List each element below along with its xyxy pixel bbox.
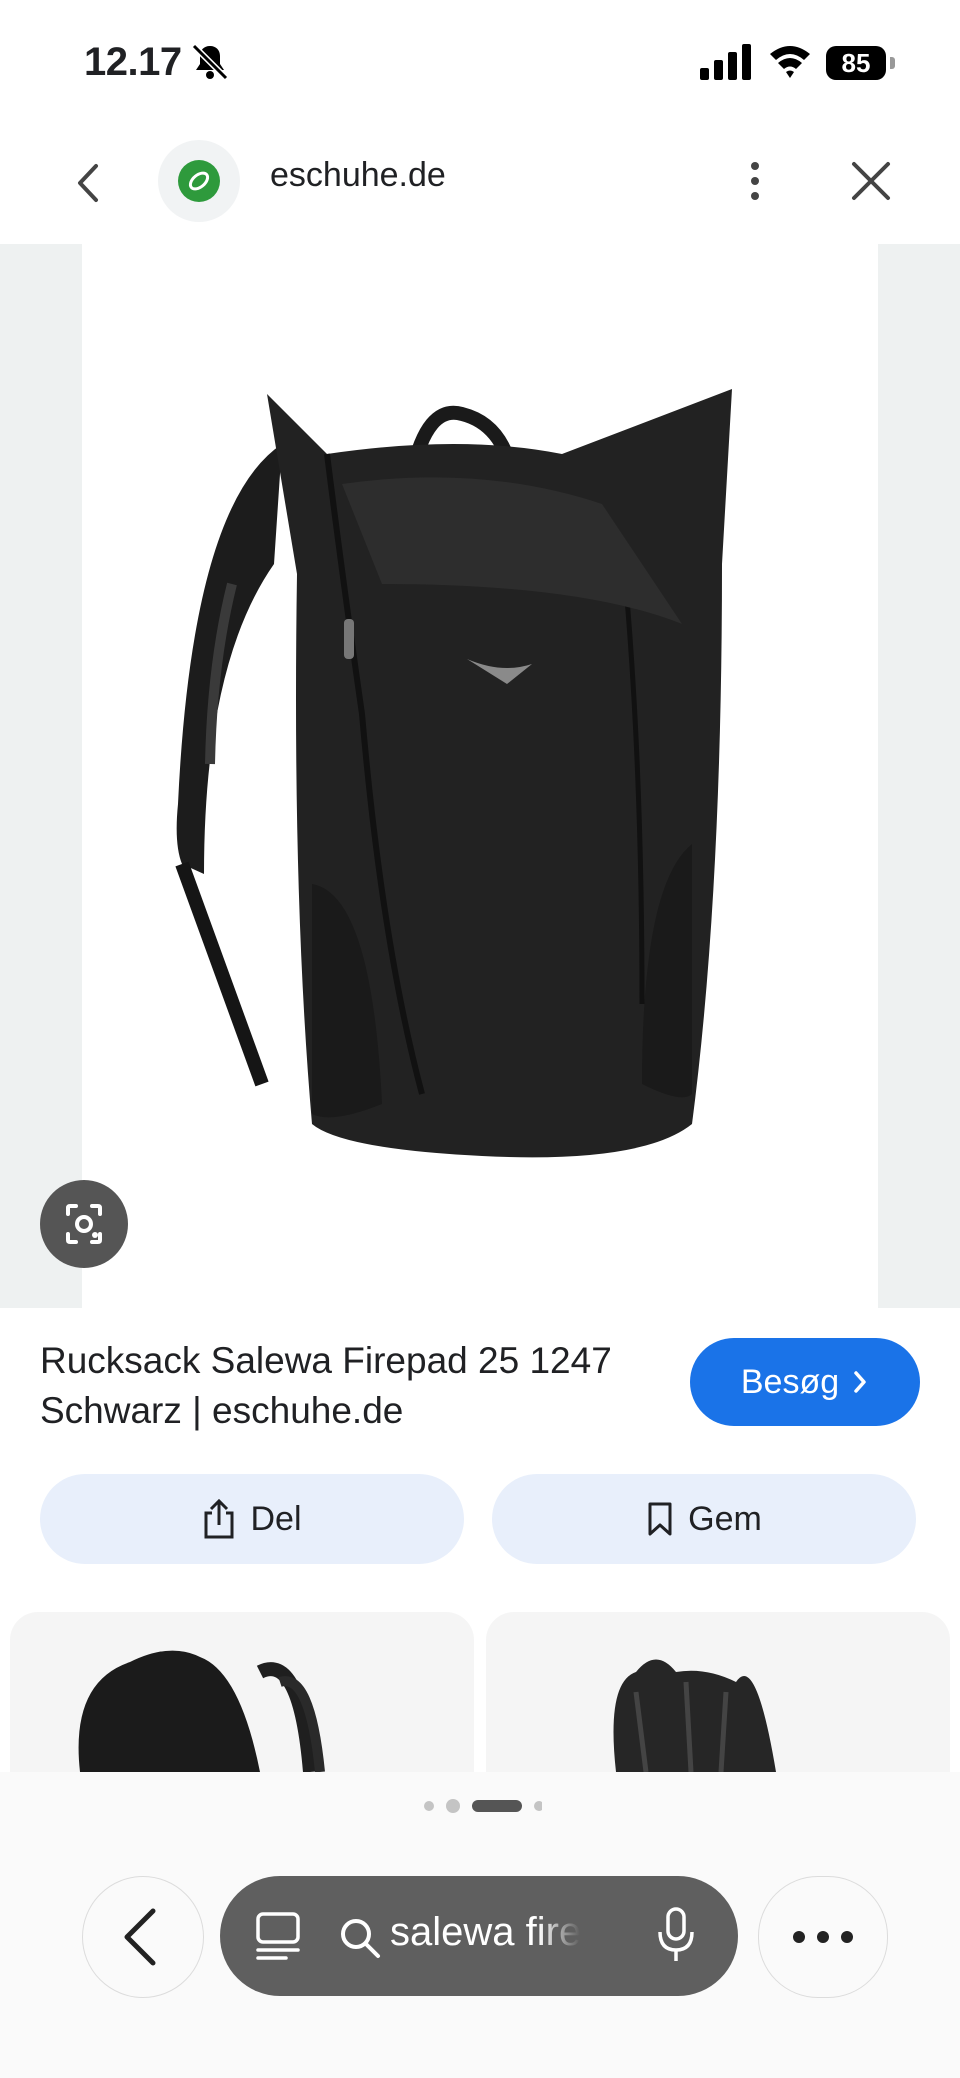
search-icon [341, 1919, 380, 1958]
tabs-icon [256, 1912, 300, 1960]
search-bar[interactable]: salewa firepad [220, 1876, 738, 1996]
battery-level: 85 [826, 46, 886, 80]
lens-button[interactable] [40, 1180, 128, 1268]
pager-dot [534, 1801, 542, 1811]
signal-icon [700, 44, 751, 80]
back-button[interactable] [82, 1876, 204, 1998]
site-header: eschuhe.de [0, 130, 960, 240]
product-image[interactable] [82, 244, 878, 1308]
battery-icon: 85 [826, 46, 896, 80]
search-query[interactable]: salewa firepad [390, 1910, 580, 1955]
image-viewer [0, 244, 960, 1308]
pager-dot [424, 1801, 434, 1811]
site-logo-mark [178, 160, 220, 202]
save-label: Gem [688, 1499, 762, 1538]
share-icon [204, 1499, 234, 1539]
bookmark-icon [648, 1502, 672, 1536]
site-name[interactable]: eschuhe.de [270, 156, 446, 195]
related-result-card[interactable] [486, 1612, 950, 1772]
visit-button[interactable]: Besøg [690, 1338, 920, 1426]
status-bar: 12.17 85 [0, 0, 960, 120]
wifi-icon [770, 46, 810, 78]
pager-dot-active [472, 1800, 522, 1812]
pager-dot [446, 1799, 460, 1813]
more-button[interactable] [758, 1876, 888, 1998]
related-image [78, 1650, 325, 1772]
lens-icon [66, 1204, 102, 1244]
page-indicator [424, 1799, 542, 1813]
backpack-illustration [175, 389, 732, 1158]
share-button[interactable]: Del [40, 1474, 464, 1564]
bottom-toolbar: salewa firepad [0, 1772, 960, 2078]
back-chevron-icon[interactable] [68, 158, 108, 208]
related-image [613, 1659, 776, 1772]
share-label: Del [250, 1499, 302, 1538]
more-vert-icon[interactable] [735, 156, 775, 206]
status-time: 12.17 [84, 40, 182, 84]
result-title[interactable]: Rucksack Salewa Firepad 25 1247 Schwarz … [40, 1336, 680, 1436]
close-icon[interactable] [846, 156, 896, 206]
related-result-card[interactable] [10, 1612, 474, 1772]
more-horiz-icon [793, 1931, 853, 1943]
save-button[interactable]: Gem [492, 1474, 916, 1564]
visit-label: Besøg [740, 1362, 840, 1401]
chevron-right-icon [854, 1371, 866, 1393]
site-logo-icon[interactable] [158, 140, 240, 222]
mic-icon[interactable] [656, 1906, 696, 1964]
battery-tip [890, 57, 895, 69]
bell-slash-icon [191, 43, 229, 81]
back-chevron-icon [124, 1908, 156, 1966]
shoe-glyph-icon [188, 171, 210, 191]
